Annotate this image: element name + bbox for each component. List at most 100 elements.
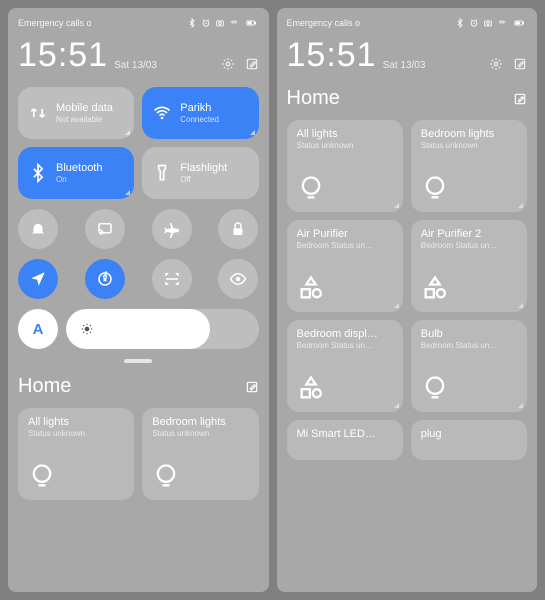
toggle-lock[interactable]	[218, 209, 258, 249]
tile-wifi[interactable]: ParikhConnected	[142, 87, 258, 139]
edit-icon[interactable]	[245, 380, 259, 394]
quick-tiles: Mobile dataNot available ParikhConnected…	[18, 87, 259, 199]
clock-time: 15:51	[18, 36, 108, 75]
tile-sub: Connected	[180, 115, 219, 124]
toggle-airplane[interactable]	[152, 209, 192, 249]
expand-corner[interactable]	[394, 203, 399, 208]
device-title: All lights	[28, 416, 124, 428]
eye-icon	[229, 270, 247, 288]
device-sub: Bedroom Status un…	[421, 341, 517, 350]
wifi-icon	[152, 103, 172, 123]
phone-left: Emergency calls o 15:51 Sat 13/03 Mobile…	[8, 8, 269, 592]
device-sub: Status unknown	[28, 429, 124, 438]
tile-bluetooth[interactable]: BluetoothOn	[18, 147, 134, 199]
edit-icon[interactable]	[245, 57, 259, 71]
settings-icon[interactable]	[489, 57, 503, 71]
location-icon	[29, 270, 47, 288]
device-title: Mi Smart LED…	[297, 428, 393, 440]
expand-corner[interactable]	[394, 303, 399, 308]
rotate-lock-icon	[96, 270, 114, 288]
tile-title: Flashlight	[180, 162, 227, 174]
device-card[interactable]: Air Purifier 2 Bedroom Status un…	[411, 220, 527, 312]
icon-row-2	[18, 259, 259, 299]
icon-row-1	[18, 209, 259, 249]
device-card[interactable]: plug	[411, 420, 527, 460]
device-title: Air Purifier 2	[421, 228, 517, 240]
emergency-text: Emergency calls o	[287, 18, 361, 28]
bluetooth-status-icon	[187, 18, 197, 28]
tile-mobile-data[interactable]: Mobile dataNot available	[18, 87, 134, 139]
expand-corner[interactable]	[125, 190, 130, 195]
panel-handle[interactable]	[124, 359, 152, 363]
clock-date: Sat 13/03	[114, 60, 157, 71]
toggle-rotate[interactable]	[85, 259, 125, 299]
sun-icon	[80, 322, 94, 336]
home-title: Home	[18, 375, 71, 398]
status-icons	[455, 18, 527, 28]
flashlight-icon	[152, 163, 172, 183]
home-title: Home	[287, 87, 340, 110]
device-title: Bedroom lights	[421, 128, 517, 140]
bluetooth-icon	[28, 163, 48, 183]
device-card[interactable]: Air Purifier Bedroom Status un…	[287, 220, 403, 312]
device-sub: Bedroom Status un…	[421, 241, 517, 250]
device-sub: Status unknown	[152, 429, 248, 438]
device-card[interactable]: Bedroom displ… Bedroom Status un…	[287, 320, 403, 412]
status-bar: Emergency calls o	[18, 18, 259, 28]
device-card[interactable]: Bedroom lights Status unknown	[142, 408, 258, 500]
device-card[interactable]: Bulb Bedroom Status un…	[411, 320, 527, 412]
brightness-slider[interactable]	[66, 309, 259, 349]
phone-right: Emergency calls o 15:51 Sat 13/03 Home A…	[277, 8, 538, 592]
device-card[interactable]: Bedroom lights Status unknown	[411, 120, 527, 212]
toggle-location[interactable]	[18, 259, 58, 299]
device-sub: Bedroom Status un…	[297, 341, 393, 350]
wifi-status-icon	[497, 18, 507, 28]
bulb-icon	[421, 374, 449, 402]
edit-icon[interactable]	[513, 92, 527, 106]
clock-time: 15:51	[287, 36, 377, 75]
toggle-eye[interactable]	[218, 259, 258, 299]
device-card[interactable]: Mi Smart LED…	[287, 420, 403, 460]
auto-brightness-button[interactable]: A	[18, 309, 58, 349]
wifi-status-icon	[229, 18, 239, 28]
tile-flashlight[interactable]: FlashlightOff	[142, 147, 258, 199]
device-card[interactable]: All lights Status unknown	[18, 408, 134, 500]
clock-row: 15:51 Sat 13/03	[18, 36, 259, 75]
device-card[interactable]: All lights Status unknown	[287, 120, 403, 212]
device-title: plug	[421, 428, 517, 440]
expand-corner[interactable]	[518, 403, 523, 408]
devices-grid: All lights Status unknown Bedroom lights…	[18, 408, 259, 500]
device-title: Bedroom lights	[152, 416, 248, 428]
cast-icon	[96, 220, 114, 238]
clock-date: Sat 13/03	[383, 60, 426, 71]
tile-sub: Off	[180, 175, 227, 184]
bulb-icon	[28, 462, 56, 490]
bell-icon	[29, 220, 47, 238]
lock-icon	[229, 220, 247, 238]
alarm-status-icon	[201, 18, 211, 28]
bulb-icon	[421, 174, 449, 202]
settings-icon[interactable]	[221, 57, 235, 71]
edit-icon[interactable]	[513, 57, 527, 71]
data-icon	[28, 103, 48, 123]
shapes-icon	[297, 374, 325, 402]
tile-title: Bluetooth	[56, 162, 102, 174]
expand-corner[interactable]	[125, 130, 130, 135]
shapes-icon	[421, 274, 449, 302]
device-sub: Status unknown	[421, 141, 517, 150]
camera-status-icon	[215, 18, 225, 28]
device-title: Bulb	[421, 328, 517, 340]
expand-corner[interactable]	[518, 303, 523, 308]
toggle-cast[interactable]	[85, 209, 125, 249]
toggle-scan[interactable]	[152, 259, 192, 299]
camera-status-icon	[483, 18, 493, 28]
home-section-head: Home	[287, 87, 528, 110]
tile-sub: On	[56, 175, 102, 184]
expand-corner[interactable]	[394, 403, 399, 408]
device-title: Air Purifier	[297, 228, 393, 240]
devices-grid: All lights Status unknown Bedroom lights…	[287, 120, 528, 460]
expand-corner[interactable]	[518, 203, 523, 208]
expand-corner[interactable]	[250, 130, 255, 135]
toggle-dnd[interactable]	[18, 209, 58, 249]
status-bar: Emergency calls o	[287, 18, 528, 28]
